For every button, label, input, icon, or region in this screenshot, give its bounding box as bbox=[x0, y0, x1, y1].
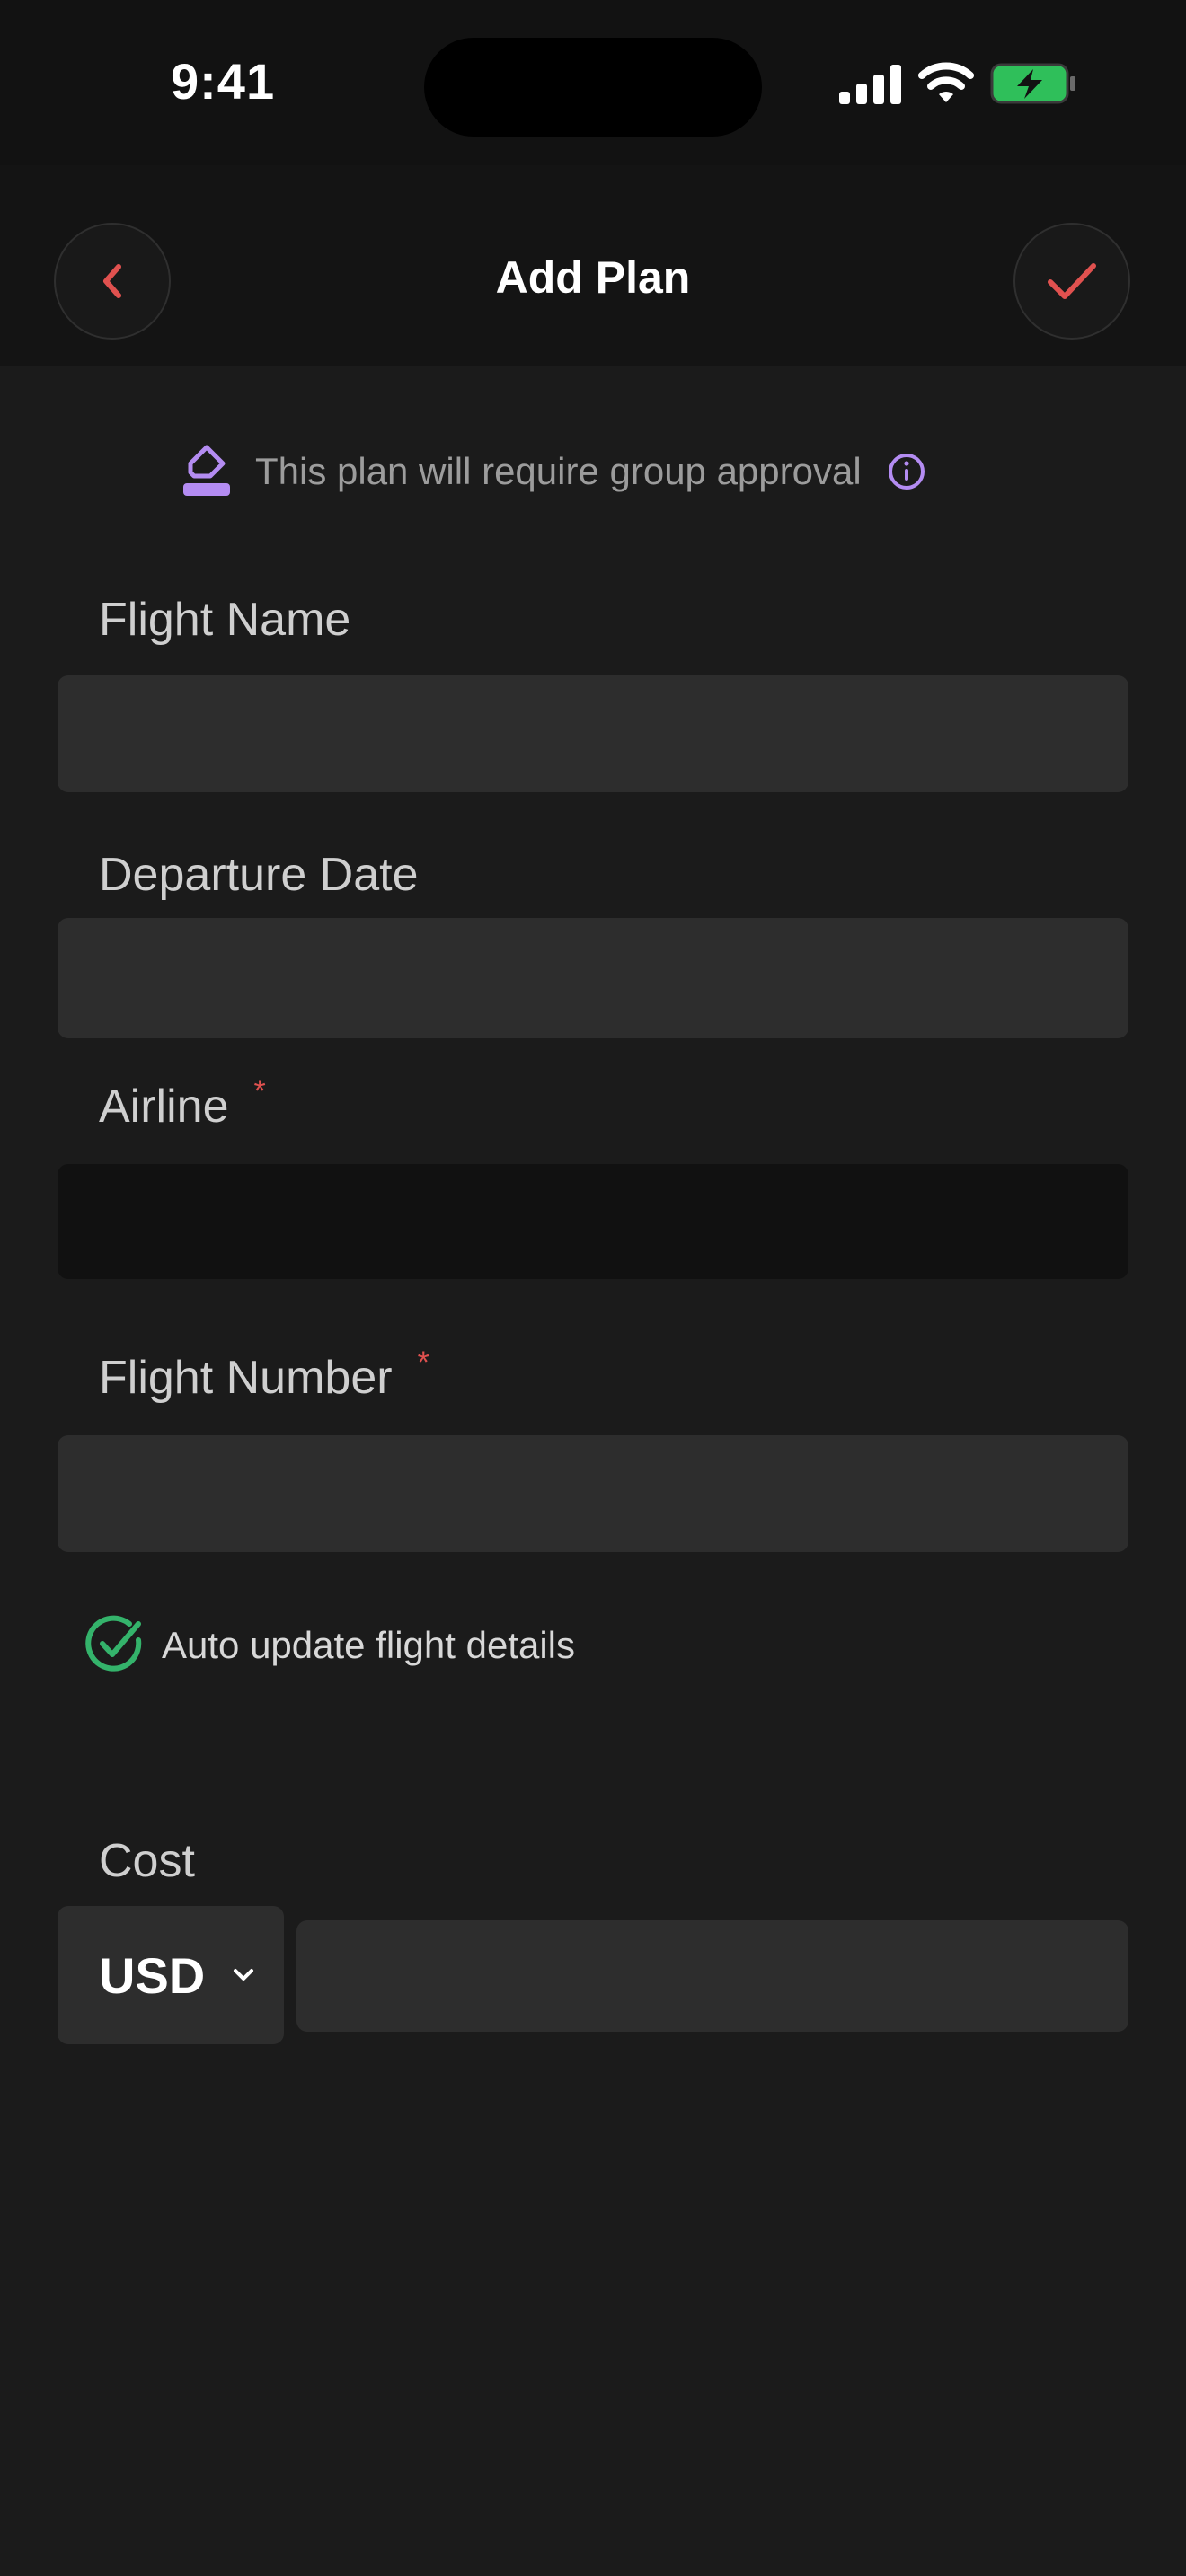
checkmark-icon bbox=[1048, 263, 1096, 299]
currency-value: USD bbox=[99, 1946, 206, 2004]
cost-amount-input[interactable] bbox=[296, 1920, 1128, 2032]
flight-name-input[interactable] bbox=[58, 675, 1128, 792]
airline-input[interactable] bbox=[58, 1164, 1128, 1279]
approval-notice: This plan will require group approval bbox=[180, 444, 926, 499]
departure-date-input[interactable] bbox=[58, 918, 1128, 1038]
airline-label: Airline * bbox=[99, 1074, 266, 1133]
check-circle-icon bbox=[85, 1615, 142, 1672]
status-bar: 9:41 bbox=[0, 0, 1186, 165]
chevron-down-icon bbox=[234, 1969, 254, 1981]
flight-name-label: Flight Name bbox=[99, 594, 351, 646]
departure-date-label: Departure Date bbox=[99, 849, 419, 901]
header: Add Plan bbox=[0, 165, 1186, 366]
dynamic-island bbox=[424, 38, 762, 137]
flight-number-input[interactable] bbox=[58, 1435, 1128, 1552]
currency-select[interactable]: USD bbox=[58, 1906, 284, 2044]
confirm-button[interactable] bbox=[1013, 223, 1130, 340]
page-title: Add Plan bbox=[495, 252, 691, 303]
flight-number-label: Flight Number * bbox=[99, 1345, 429, 1404]
signal-icon bbox=[839, 65, 901, 104]
battery-charging-icon bbox=[990, 63, 1075, 104]
wifi-icon bbox=[918, 62, 974, 102]
info-icon[interactable] bbox=[887, 452, 926, 491]
auto-update-label: Auto update flight details bbox=[162, 1624, 575, 1666]
cost-label: Cost bbox=[99, 1835, 195, 1887]
required-indicator: * bbox=[253, 1074, 266, 1108]
auto-update-checkbox[interactable]: Auto update flight details bbox=[83, 1613, 575, 1678]
required-indicator: * bbox=[417, 1345, 429, 1380]
approval-notice-text: This plan will require group approval bbox=[255, 450, 862, 492]
eraser-icon bbox=[183, 445, 230, 496]
status-time: 9:41 bbox=[171, 53, 276, 110]
